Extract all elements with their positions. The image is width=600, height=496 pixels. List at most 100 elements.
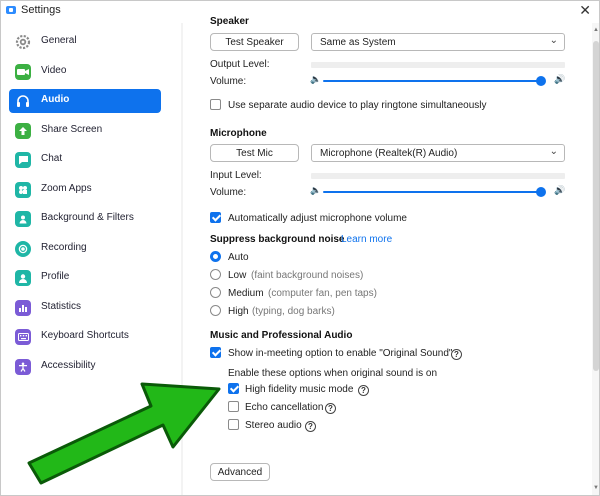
test-mic-button[interactable]: Test Mic — [210, 144, 299, 162]
speaker-volume-label: Volume: — [210, 76, 247, 87]
sidebar-item-profile[interactable]: Profile — [9, 266, 161, 290]
sidebar-item-keyboard-shortcuts[interactable]: Keyboard Shortcuts — [9, 325, 161, 349]
help-icon[interactable]: ? — [325, 403, 336, 414]
sidebar-item-label: Recording — [41, 242, 87, 253]
output-level-meter — [311, 62, 565, 68]
microphone-heading: Microphone — [210, 128, 267, 139]
echo-cancellation-checkbox[interactable] — [228, 401, 239, 412]
input-level-label: Input Level: — [210, 170, 262, 181]
sidebar-item-label: Statistics — [41, 301, 82, 312]
auto-adjust-label: Automatically adjust microphone volume — [228, 213, 407, 224]
mic-volume-label: Volume: — [210, 187, 247, 198]
mic-volume-slider[interactable] — [323, 187, 548, 197]
content-scrollbar[interactable]: ▲ ▼ — [592, 23, 599, 495]
help-icon[interactable]: ? — [358, 385, 369, 396]
noise-radio-medium[interactable] — [210, 287, 221, 298]
sidebar-item-share-screen[interactable]: Share Screen — [9, 119, 161, 143]
slider-knob[interactable] — [536, 76, 547, 86]
noise-option-hint: (faint background noises) — [251, 270, 364, 281]
sidebar-item-audio[interactable]: Audio — [9, 89, 161, 113]
slider-track — [323, 191, 542, 193]
volume-low-icon: 🔈 — [310, 185, 322, 195]
high-fidelity-checkbox[interactable] — [228, 383, 239, 394]
sidebar-item-general[interactable]: General — [9, 30, 161, 54]
speaker-device-select[interactable]: Same as System ⌄ — [311, 33, 565, 51]
original-sound-sub-label: Enable these options when original sound… — [228, 368, 438, 379]
settings-window: Settings ✕ General Video Audio Share Scr… — [0, 0, 600, 496]
noise-option-hint: (typing, dog barks) — [252, 306, 335, 317]
keyboard-icon — [15, 329, 31, 345]
volume-low-icon: 🔈 — [310, 74, 322, 84]
slider-knob[interactable] — [536, 187, 547, 197]
auto-adjust-checkbox[interactable] — [210, 212, 221, 223]
scroll-down-icon[interactable]: ▼ — [593, 485, 599, 491]
headphones-icon — [15, 93, 31, 109]
ringtone-checkbox[interactable] — [210, 99, 221, 110]
sidebar-item-label: Share Screen — [41, 124, 103, 135]
scrollbar-thumb[interactable] — [593, 41, 599, 371]
record-icon — [15, 241, 31, 257]
noise-option-label: Medium — [228, 288, 264, 299]
chat-bubble-icon — [15, 152, 31, 168]
test-speaker-button[interactable]: Test Speaker — [210, 33, 299, 51]
stereo-audio-checkbox[interactable] — [228, 419, 239, 430]
speaker-volume-slider[interactable] — [323, 76, 548, 86]
stereo-audio-label: Stereo audio — [245, 420, 302, 431]
echo-cancellation-label: Echo cancellation — [245, 402, 324, 413]
sidebar-item-label: Keyboard Shortcuts — [41, 330, 129, 341]
noise-radio-low[interactable] — [210, 269, 221, 280]
chevron-down-icon: ⌄ — [549, 146, 558, 157]
profile-icon — [15, 270, 31, 286]
apps-icon — [15, 182, 31, 198]
sidebar-item-label: Video — [41, 65, 67, 76]
sidebar-item-label: General — [41, 35, 77, 46]
noise-radio-auto[interactable] — [210, 251, 221, 262]
scroll-up-icon[interactable]: ▲ — [593, 27, 599, 33]
sidebar-item-label: Chat — [41, 153, 63, 164]
noise-option-label: Low — [228, 270, 247, 281]
zoom-app-icon — [6, 6, 16, 14]
chevron-down-icon: ⌄ — [549, 35, 558, 46]
sidebar-item-label: Zoom Apps — [41, 183, 92, 194]
volume-high-icon: 🔊 — [554, 74, 566, 84]
gear-icon — [15, 34, 31, 50]
output-level-label: Output Level: — [210, 59, 270, 70]
noise-heading: Suppress background noise — [210, 234, 345, 245]
sidebar-item-chat[interactable]: Chat — [9, 148, 161, 172]
sidebar-item-label: Accessibility — [41, 360, 96, 371]
sidebar-item-background-filters[interactable]: Background & Filters — [9, 207, 161, 231]
window-title: Settings — [21, 4, 61, 16]
help-icon[interactable]: ? — [451, 349, 462, 360]
sidebar-item-label: Background & Filters — [41, 212, 134, 223]
person-frame-icon — [15, 211, 31, 227]
noise-option-label: Auto — [228, 252, 249, 263]
sidebar-item-statistics[interactable]: Statistics — [9, 296, 161, 320]
microphone-device-select[interactable]: Microphone (Realtek(R) Audio) ⌄ — [311, 144, 565, 162]
slider-track — [323, 80, 542, 82]
statistics-icon — [15, 300, 31, 316]
audio-settings-panel: Speaker Test Speaker Same as System ⌄ Ou… — [183, 1, 599, 495]
help-icon[interactable]: ? — [305, 421, 316, 432]
video-camera-icon — [15, 64, 31, 80]
speaker-device-value: Same as System — [320, 37, 396, 48]
advanced-button[interactable]: Advanced — [210, 463, 270, 481]
volume-high-icon: 🔊 — [554, 185, 566, 195]
noise-option-hint: (computer fan, pen taps) — [268, 288, 377, 299]
share-screen-icon — [15, 123, 31, 139]
accessibility-icon — [15, 359, 31, 375]
noise-option-label: High — [228, 306, 249, 317]
ringtone-label: Use separate audio device to play ringto… — [228, 100, 487, 111]
original-sound-label: Show in-meeting option to enable "Origin… — [228, 348, 453, 359]
sidebar-item-zoom-apps[interactable]: Zoom Apps — [9, 178, 161, 202]
sidebar-item-video[interactable]: Video — [9, 60, 161, 84]
music-heading: Music and Professional Audio — [210, 330, 353, 341]
sidebar-item-accessibility[interactable]: Accessibility — [9, 355, 161, 379]
high-fidelity-label: High fidelity music mode — [245, 384, 354, 395]
sidebar-item-recording[interactable]: Recording — [9, 237, 161, 261]
microphone-device-value: Microphone (Realtek(R) Audio) — [320, 148, 458, 159]
original-sound-checkbox[interactable] — [210, 347, 221, 358]
noise-radio-high[interactable] — [210, 305, 221, 316]
input-level-meter — [311, 173, 565, 179]
learn-more-link[interactable]: Learn more — [341, 234, 392, 245]
speaker-heading: Speaker — [210, 16, 249, 27]
